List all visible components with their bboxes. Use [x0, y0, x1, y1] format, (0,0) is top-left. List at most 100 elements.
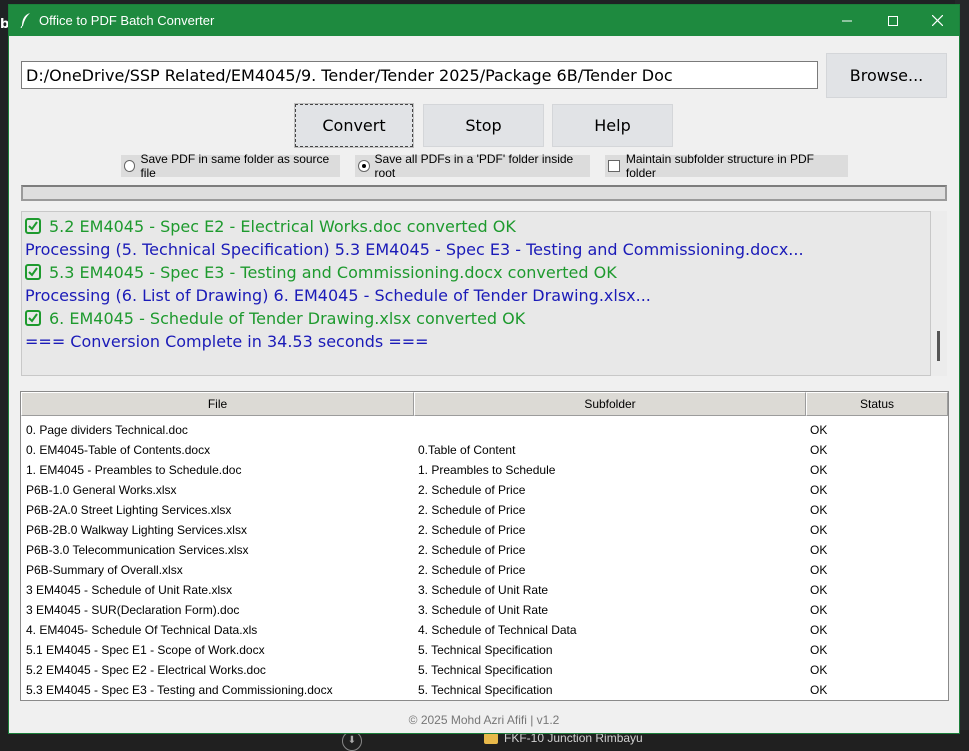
log-line: 5.3 EM4045 - Spec E3 - Testing and Commi…: [25, 263, 617, 282]
cell-file: 5.3 EM4045 - Spec E3 - Testing and Commi…: [26, 683, 333, 697]
cell-status: OK: [810, 503, 828, 517]
cell-file: 3 EM4045 - Schedule of Unit Rate.xlsx: [26, 583, 233, 597]
cell-subfolder: 0.Table of Content: [418, 443, 516, 457]
folder-path-input[interactable]: [21, 61, 818, 89]
minimize-button[interactable]: [824, 5, 870, 36]
minimize-icon: [842, 20, 852, 21]
close-button[interactable]: [914, 5, 960, 36]
table-row[interactable]: 5.2 EM4045 - Spec E2 - Electrical Works.…: [21, 660, 948, 680]
cell-subfolder: 5. Technical Specification: [418, 683, 553, 697]
cell-subfolder: 2. Schedule of Price: [418, 543, 526, 557]
cell-status: OK: [810, 443, 828, 457]
close-icon: [931, 15, 943, 26]
cell-status: OK: [810, 603, 828, 617]
table-header: File Subfolder Status: [21, 392, 948, 417]
cell-subfolder: 5. Technical Specification: [418, 663, 553, 677]
column-header-status[interactable]: Status: [806, 392, 948, 416]
cell-status: OK: [810, 663, 828, 677]
scrollbar-thumb[interactable]: [937, 331, 940, 361]
window-title: Office to PDF Batch Converter: [39, 13, 215, 28]
table-row[interactable]: 3 EM4045 - SUR(Declaration Form).doc 3. …: [21, 600, 948, 620]
cell-status: OK: [810, 623, 828, 637]
cell-status: OK: [810, 423, 828, 437]
check-icon: [25, 310, 41, 326]
log-scrollbar[interactable]: [931, 211, 947, 376]
table-row[interactable]: 0. EM4045-Table of Contents.docx 0.Table…: [21, 440, 948, 460]
check-icon: [25, 264, 41, 280]
cell-file: P6B-2A.0 Street Lighting Services.xlsx: [26, 503, 232, 517]
cell-subfolder: 5. Technical Specification: [418, 643, 553, 657]
progress-bar: [21, 185, 947, 201]
option-pdf-folder-radio[interactable]: Save all PDFs in a 'PDF' folder inside r…: [355, 152, 590, 180]
table-row[interactable]: P6B-2B.0 Walkway Lighting Services.xlsx …: [21, 520, 948, 540]
check-icon: [25, 218, 41, 234]
title-bar[interactable]: Office to PDF Batch Converter: [9, 5, 959, 36]
option-subfolder-checkbox[interactable]: Maintain subfolder structure in PDF fold…: [605, 152, 848, 180]
table-row[interactable]: 5.3 EM4045 - Spec E3 - Testing and Commi…: [21, 680, 948, 700]
maximize-icon: [888, 15, 898, 26]
option-same-folder-radio[interactable]: Save PDF in same folder as source file: [121, 152, 340, 180]
cell-file: 0. Page dividers Technical.doc: [26, 423, 188, 437]
radio-selected-icon: [358, 160, 370, 172]
browse-button[interactable]: Browse...: [826, 53, 947, 98]
checkbox-icon: [608, 160, 620, 172]
table-row[interactable]: P6B-2A.0 Street Lighting Services.xlsx 2…: [21, 500, 948, 520]
results-table: File Subfolder Status 0. Page dividers T…: [20, 391, 949, 701]
cell-subfolder: 2. Schedule of Price: [418, 523, 526, 537]
cell-file: 1. EM4045 - Preambles to Schedule.doc: [26, 463, 242, 477]
folder-icon: [484, 733, 498, 744]
download-icon: ⬇: [342, 731, 362, 751]
log-line: 5.2 EM4045 - Spec E2 - Electrical Works.…: [25, 217, 516, 236]
cell-subfolder: 2. Schedule of Price: [418, 483, 526, 497]
cell-file: P6B-Summary of Overall.xlsx: [26, 563, 183, 577]
cell-subfolder: 2. Schedule of Price: [418, 563, 526, 577]
cell-status: OK: [810, 563, 828, 577]
option-label: Save PDF in same folder as source file: [140, 152, 330, 180]
cell-file: P6B-1.0 General Works.xlsx: [26, 483, 177, 497]
column-header-subfolder[interactable]: Subfolder: [414, 392, 806, 416]
cell-file: 5.1 EM4045 - Spec E1 - Scope of Work.doc…: [26, 643, 265, 657]
cell-subfolder: 2. Schedule of Price: [418, 503, 526, 517]
cell-file: 0. EM4045-Table of Contents.docx: [26, 443, 211, 457]
log-line: Processing (5. Technical Specification) …: [25, 240, 804, 259]
cell-subfolder: 4. Schedule of Technical Data: [418, 623, 577, 637]
table-row[interactable]: P6B-3.0 Telecommunication Services.xlsx …: [21, 540, 948, 560]
help-button[interactable]: Help: [552, 104, 673, 147]
cell-subfolder: 3. Schedule of Unit Rate: [418, 583, 549, 597]
cell-status: OK: [810, 523, 828, 537]
radio-icon: [124, 160, 136, 172]
log-line: Processing (6. List of Drawing) 6. EM404…: [25, 286, 651, 305]
cell-subfolder: 1. Preambles to Schedule: [418, 463, 556, 477]
cell-status: OK: [810, 643, 828, 657]
cell-file: 4. EM4045- Schedule Of Technical Data.xl…: [26, 623, 258, 637]
table-row[interactable]: P6B-1.0 General Works.xlsx 2. Schedule o…: [21, 480, 948, 500]
log-line: === Conversion Complete in 34.53 seconds…: [25, 332, 429, 351]
table-row[interactable]: 1. EM4045 - Preambles to Schedule.doc 1.…: [21, 460, 948, 480]
option-label: Maintain subfolder structure in PDF fold…: [625, 152, 814, 180]
cell-file: 5.2 EM4045 - Spec E2 - Electrical Works.…: [26, 663, 266, 677]
footer-credit: © 2025 Mohd Azri Afifi | v1.2: [408, 713, 560, 727]
cell-status: OK: [810, 463, 828, 477]
cell-status: OK: [810, 683, 828, 697]
convert-button[interactable]: Convert: [294, 103, 414, 148]
maximize-button[interactable]: [870, 5, 916, 36]
log-line: 6. EM4045 - Schedule of Tender Drawing.x…: [25, 309, 525, 328]
table-row[interactable]: 3 EM4045 - Schedule of Unit Rate.xlsx 3.…: [21, 580, 948, 600]
stop-button[interactable]: Stop: [423, 104, 544, 147]
cell-file: P6B-3.0 Telecommunication Services.xlsx: [26, 543, 249, 557]
cell-status: OK: [810, 543, 828, 557]
table-row[interactable]: 4. EM4045- Schedule Of Technical Data.xl…: [21, 620, 948, 640]
cell-file: 3 EM4045 - SUR(Declaration Form).doc: [26, 603, 240, 617]
column-header-file[interactable]: File: [21, 392, 414, 416]
table-row[interactable]: P6B-Summary of Overall.xlsx 2. Schedule …: [21, 560, 948, 580]
log-output[interactable]: 5.2 EM4045 - Spec E2 - Electrical Works.…: [21, 211, 931, 376]
app-window: Office to PDF Batch Converter Browse... …: [8, 4, 960, 734]
feather-icon: [20, 13, 30, 28]
option-label: Save all PDFs in a 'PDF' folder inside r…: [374, 152, 574, 180]
cell-status: OK: [810, 483, 828, 497]
cell-subfolder: 3. Schedule of Unit Rate: [418, 603, 549, 617]
cell-file: P6B-2B.0 Walkway Lighting Services.xlsx: [26, 523, 247, 537]
table-row[interactable]: 5.1 EM4045 - Spec E1 - Scope of Work.doc…: [21, 640, 948, 660]
table-row[interactable]: 0. Page dividers Technical.doc OK: [21, 420, 948, 440]
cell-status: OK: [810, 583, 828, 597]
